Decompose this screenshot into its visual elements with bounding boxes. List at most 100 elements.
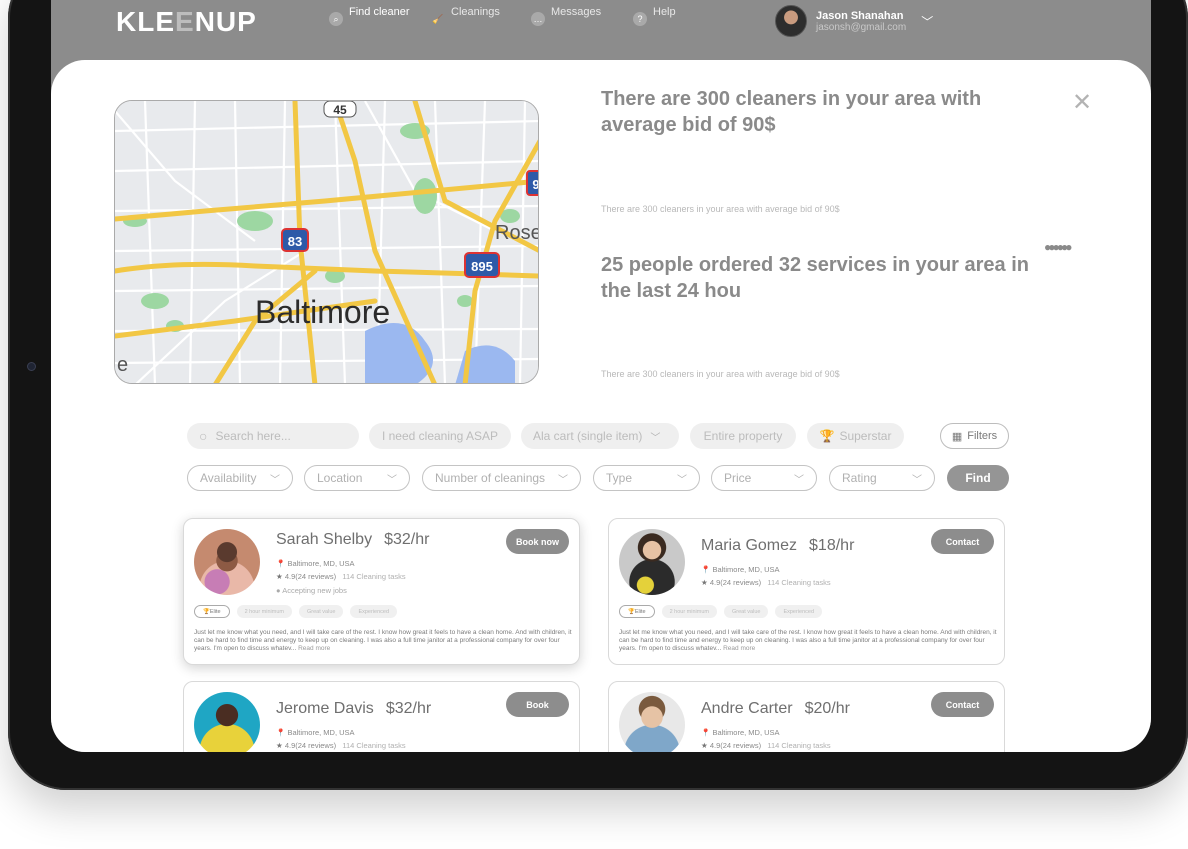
tag: Great value [724, 605, 769, 618]
camera-dot [27, 362, 36, 371]
cleaner-rate: $18/hr [809, 537, 855, 554]
trophy-icon: 🏆 [819, 429, 835, 443]
location-pin-icon: 📍 [276, 559, 286, 568]
chevron-down-icon: ﹀ [387, 474, 397, 486]
quick-filter-asap[interactable]: I need cleaning ASAP [369, 423, 511, 449]
read-more-link[interactable]: Read more [723, 645, 755, 652]
cleaner-card[interactable]: Sarah Shelby $32/hr 📍 Baltimore, MD, USA … [183, 518, 580, 665]
cleaner-card[interactable]: Jerome Davis $32/hr 📍 Baltimore, MD, USA … [183, 681, 580, 752]
dropdown-location[interactable]: Location ﹀ [304, 465, 410, 491]
dropdown-number-of-cleanings[interactable]: Number of cleanings ﹀ [422, 465, 581, 491]
area-info-modal: 45 83 895 9 Baltimore Rose e ✕ There are… [51, 60, 1151, 752]
tag: Great value [299, 605, 344, 618]
svg-text:895: 895 [471, 259, 493, 274]
read-more-link[interactable]: Read more [298, 645, 330, 652]
svg-text:9: 9 [532, 177, 539, 192]
top-navigation: KLEENUP ⌕ Find cleaner 🧹 Cleanings … Mes… [51, 0, 1151, 60]
cleaner-name: Jerome Davis [276, 700, 374, 717]
tag: Experienced [350, 605, 398, 618]
cleaner-location: Baltimore, MD, USA [287, 728, 355, 737]
user-menu[interactable]: Jason Shanahan jasonsh@gmail.com ﹀ [775, 5, 933, 37]
tag: 2 hour minimum [661, 605, 717, 618]
cleaner-rating: 4.9(24 reviews) [284, 572, 337, 581]
cleaner-photo [194, 692, 260, 752]
kleenup-logo[interactable]: KLEENUP [116, 6, 257, 38]
broom-icon: 🧹 [432, 13, 444, 24]
cleaner-location: Baltimore, MD, USA [712, 565, 780, 574]
help-icon: ? [633, 12, 647, 26]
cleaner-card[interactable]: Maria Gomez $18/hr 📍 Baltimore, MD, USA ★… [608, 518, 1005, 665]
cleaner-tasks: 114 Cleaning tasks [342, 741, 406, 750]
dropdown-availability[interactable]: Availability ﹀ [187, 465, 293, 491]
orders-subtext: There are 300 cleaners in your area with… [601, 369, 840, 379]
svg-text:45: 45 [333, 103, 347, 117]
trophy-icon: 🏆 [628, 608, 635, 615]
svg-text:83: 83 [288, 234, 302, 249]
trophy-icon: 🏆 [203, 608, 210, 615]
cleaner-name: Maria Gomez [701, 537, 798, 554]
quick-filter-superstar[interactable]: 🏆 Superstar [807, 423, 904, 449]
location-pin-icon: 📍 [701, 728, 711, 737]
chevron-down-icon[interactable]: ﹀ [921, 13, 933, 30]
cleaner-tasks: 114 Cleaning tasks [767, 741, 831, 750]
cleaner-location: Baltimore, MD, USA [287, 559, 355, 568]
dropdown-rating[interactable]: Rating ﹀ [829, 465, 935, 491]
cleaner-name: Sarah Shelby [276, 531, 373, 548]
cleaners-count-headline: There are 300 cleaners in your area with… [601, 88, 982, 136]
star-icon: ★ [276, 741, 283, 750]
search-icon: ⌕ [329, 12, 343, 26]
cleaner-photo [619, 529, 685, 595]
close-icon[interactable]: ✕ [1072, 88, 1092, 117]
tag: 2 hour minimum [236, 605, 292, 618]
book-now-button[interactable]: Book now [506, 529, 569, 554]
search-icon: ○ [199, 428, 208, 444]
cleaner-tasks: 114 Cleaning tasks [342, 572, 406, 581]
cleaner-description: Just let me know what you need, and I wi… [619, 629, 997, 652]
cleaner-rating: 4.9(24 reviews) [284, 741, 337, 750]
map-image: 45 83 895 9 Baltimore Rose e [115, 101, 539, 383]
nav-find-cleaner[interactable]: ⌕ Find cleaner [329, 6, 410, 26]
user-email: jasonsh@gmail.com [816, 21, 907, 33]
book-button[interactable]: Book [506, 692, 569, 717]
cleaner-status: Accepting new jobs [282, 586, 347, 595]
cleaner-rating: 4.9(24 reviews) [709, 578, 762, 587]
map-city-label: Baltimore [255, 294, 390, 330]
chevron-down-icon: ﹀ [912, 474, 922, 486]
star-icon: ★ [701, 741, 708, 750]
cleaner-location: Baltimore, MD, USA [712, 728, 780, 737]
contact-button[interactable]: Contact [931, 529, 994, 554]
cleaner-rate: $32/hr [384, 531, 430, 548]
status-dot-icon: ● [276, 586, 281, 595]
cleaner-description: Just let me know what you need, and I wi… [194, 629, 572, 652]
cleaner-tasks: 114 Cleaning tasks [767, 578, 831, 587]
chevron-down-icon: ﹀ [650, 432, 661, 444]
cleaner-rate: $20/hr [804, 700, 850, 717]
quick-filter-ala-cart[interactable]: Ala cart (single item) ﹀ [521, 423, 679, 449]
orders-headline: 25 people ordered 32 services in your ar… [601, 254, 1029, 302]
nav-messages[interactable]: … Messages [531, 6, 601, 26]
star-icon: ★ [701, 578, 708, 587]
cleaner-photo [619, 692, 685, 752]
dropdown-type[interactable]: Type ﹀ [593, 465, 700, 491]
tag: Experienced [775, 605, 823, 618]
cleaner-card[interactable]: Andre Carter $20/hr 📍 Baltimore, MD, USA … [608, 681, 1005, 752]
nav-cleanings[interactable]: 🧹 Cleanings [431, 6, 500, 26]
search-input[interactable]: ○ Search here... [187, 423, 359, 449]
cleaner-name: Andre Carter [701, 700, 793, 717]
filters-button[interactable]: ▦ Filters [940, 423, 1009, 449]
cleaners-count-subtext: There are 300 cleaners in your area with… [601, 204, 840, 214]
nav-help[interactable]: ? Help [633, 6, 676, 26]
avatar [775, 5, 807, 37]
contact-button[interactable]: Contact [931, 692, 994, 717]
dropdown-price[interactable]: Price ﹀ [711, 465, 817, 491]
area-map[interactable]: 45 83 895 9 Baltimore Rose e [114, 100, 539, 384]
quick-filter-entire-property[interactable]: Entire property [690, 423, 796, 449]
grid-icon: ▦ [951, 430, 963, 443]
app-screen: KLEENUP ⌕ Find cleaner 🧹 Cleanings … Mes… [51, 0, 1151, 752]
user-name: Jason Shanahan [816, 9, 904, 22]
find-button[interactable]: Find [947, 465, 1009, 491]
chevron-down-icon: ﹀ [794, 474, 804, 486]
location-pin-icon: 📍 [276, 728, 286, 737]
star-icon: ★ [276, 572, 283, 581]
avatars-stack-icon: ●●●●●● [1044, 240, 1072, 254]
